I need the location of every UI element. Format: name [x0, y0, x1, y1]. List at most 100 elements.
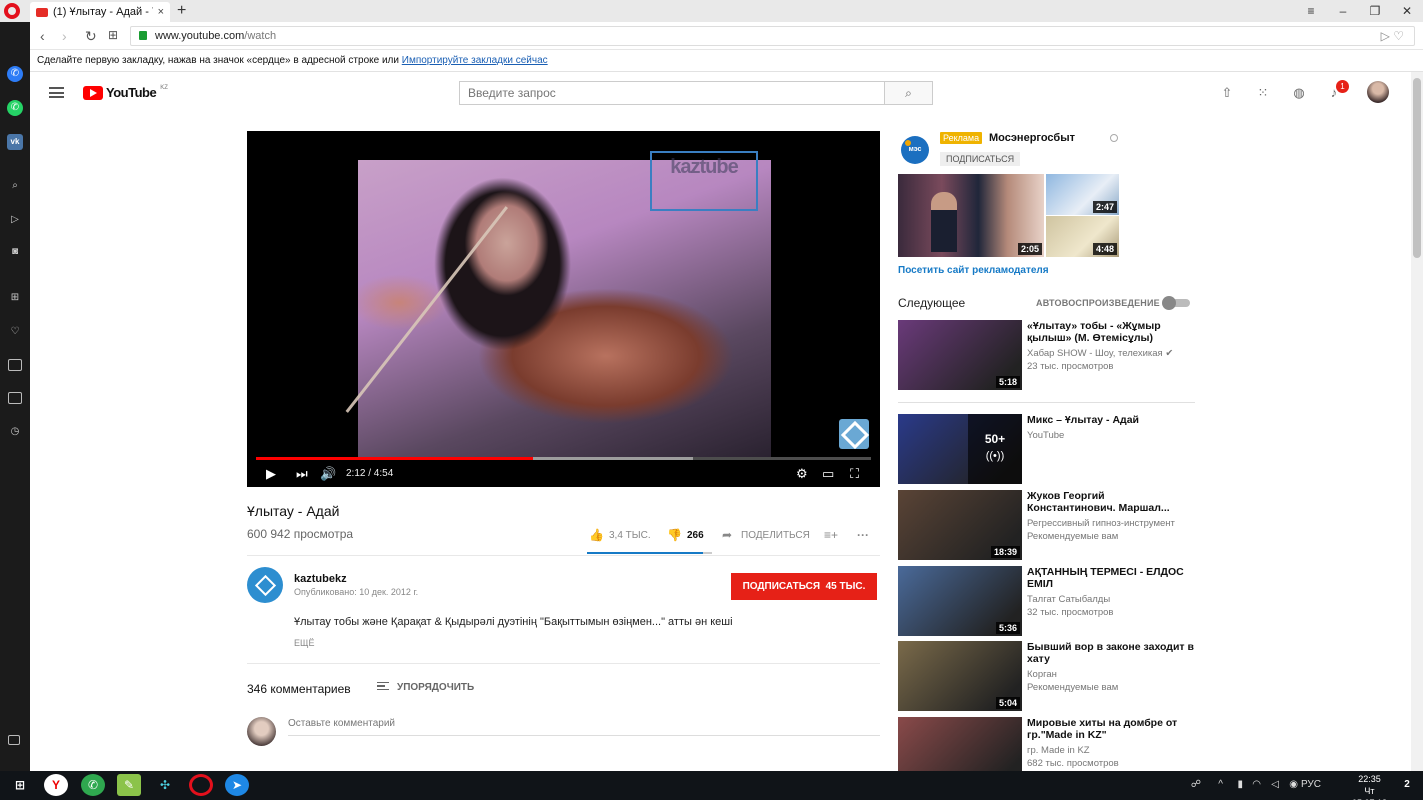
scrollbar-thumb[interactable] — [1413, 78, 1421, 258]
ad-info-icon[interactable] — [1110, 134, 1118, 142]
mix-thumbnail[interactable]: 50+ ((•)) — [898, 414, 1022, 484]
page-scrollbar[interactable] — [1411, 72, 1423, 771]
youtube-logo[interactable]: YouTube KZ — [83, 85, 168, 100]
like-icon[interactable]: 👍 — [589, 528, 604, 542]
video-thumbnail[interactable]: 18:39 — [898, 490, 1022, 560]
reload-icon[interactable]: ↻ — [85, 28, 97, 45]
video-player[interactable]: kaztube ▶ ⏭ 🔊 2:12 / 4:54 ⚙ ▭ ⛶ — [247, 131, 880, 487]
volume-tray-icon[interactable]: ◁ — [1271, 779, 1279, 790]
news-icon[interactable] — [8, 359, 22, 371]
next-icon[interactable]: ⏭ — [296, 466, 308, 482]
fullscreen-icon[interactable]: ⛶ — [850, 466, 859, 482]
volume-icon[interactable]: 🔊 — [320, 466, 336, 482]
video-thumbnail[interactable] — [898, 717, 1022, 771]
tray-expand-icon[interactable]: ^ — [1218, 779, 1223, 790]
whatsapp-icon[interactable]: ✆ — [7, 100, 23, 116]
import-bookmarks-link[interactable]: Импортируйте закладки сейчас — [402, 55, 548, 66]
ad-video-main[interactable]: 2:05 — [898, 174, 1044, 257]
video-title[interactable]: Жуков Георгий Константинович. Маршал... — [1027, 490, 1195, 514]
telegram-icon[interactable]: ➤ — [225, 774, 249, 796]
speed-dial-icon[interactable]: ⊞ — [108, 28, 118, 42]
history-icon[interactable]: ◷ — [7, 424, 23, 440]
maximize-button[interactable]: ❐ — [1359, 0, 1391, 22]
search-input[interactable] — [459, 81, 885, 105]
speed-dial-icon[interactable]: ⊞ — [7, 290, 23, 306]
messenger-icon[interactable]: ✆ — [7, 66, 23, 82]
messages-icon[interactable]: ◍ — [1290, 84, 1308, 102]
account-avatar[interactable] — [1367, 81, 1389, 103]
dislike-icon[interactable]: 👎 — [667, 528, 682, 542]
back-arrow-icon[interactable]: ‹ — [40, 28, 45, 44]
personal-news-icon[interactable] — [8, 392, 22, 404]
minimize-button[interactable]: – — [1327, 0, 1359, 22]
battery-icon[interactable]: ▮ — [1237, 779, 1243, 790]
opera-menu-icon[interactable] — [4, 3, 20, 19]
channel-watermark-icon[interactable] — [839, 419, 869, 449]
toggle-sidebar-icon[interactable] — [8, 735, 20, 745]
channel-avatar[interactable] — [247, 567, 283, 603]
update-icon[interactable]: ◉ — [1289, 779, 1298, 790]
subscribe-button[interactable]: ПОДПИСАТЬСЯ 45 ТЫС. — [731, 573, 877, 600]
bookmark-heart-icon[interactable]: ♡ — [1393, 29, 1404, 43]
advertiser-logo[interactable]: мэс — [901, 136, 929, 164]
recommendation-item[interactable]: 18:39 Жуков Георгий Константинович. Марш… — [898, 490, 1195, 560]
video-thumbnail[interactable]: 5:18 — [898, 320, 1022, 390]
comment-input[interactable]: Оставьте комментарий — [288, 718, 880, 736]
visit-advertiser-link[interactable]: Посетить сайт рекламодателя — [898, 265, 1049, 276]
like-count[interactable]: 3,4 ТЫС. — [609, 530, 651, 541]
video-title[interactable]: АҚТАННЫҢ ТЕРМЕСІ - ЕЛДОС ЕМІЛ — [1027, 566, 1195, 590]
recommendation-item[interactable]: 5:36 АҚТАННЫҢ ТЕРМЕСІ - ЕЛДОС ЕМІЛ Талга… — [898, 566, 1195, 636]
ad-subscribe-button[interactable]: ПОДПИСАТЬСЯ — [940, 152, 1021, 166]
yandex-browser-icon[interactable]: Y — [44, 774, 68, 796]
video-title[interactable]: Мировые хиты на домбре от гр."Made in KZ… — [1027, 717, 1195, 741]
clock[interactable]: 22:35 Чт 05.07.18 — [1352, 773, 1387, 800]
tab-close-icon[interactable]: × — [158, 6, 164, 18]
opera-taskbar-icon[interactable] — [189, 774, 213, 796]
ad-video-bottom[interactable]: 4:48 — [1046, 216, 1119, 257]
settings-gear-icon[interactable]: ⚙ — [796, 466, 808, 482]
start-button[interactable]: ⊞ — [8, 774, 32, 796]
video-thumbnail[interactable]: 5:36 — [898, 566, 1022, 636]
hamburger-menu-icon[interactable] — [49, 87, 64, 98]
new-tab-button[interactable]: + — [177, 2, 186, 20]
video-title[interactable]: «Ұлытау» тобы - «Жұмыр қылыш» (М. Өтеміс… — [1027, 320, 1195, 344]
more-actions-icon[interactable]: ··· — [857, 528, 869, 542]
upload-icon[interactable]: ⇧ — [1218, 84, 1236, 102]
action-center-icon[interactable]: 2 — [1395, 774, 1419, 796]
ad-video-top[interactable]: 2:47 — [1046, 174, 1119, 215]
autoplay-toggle[interactable] — [1162, 296, 1190, 310]
browser-tab[interactable]: (1) Ұлытау - Адай - YouTube × — [30, 2, 170, 22]
dislike-count[interactable]: 266 — [687, 530, 704, 541]
language-indicator[interactable]: РУС — [1301, 779, 1321, 790]
network-icon[interactable]: ◠ — [1252, 779, 1261, 790]
progress-bar[interactable] — [256, 457, 871, 460]
recommendation-item[interactable]: Мировые хиты на домбре от гр."Made in KZ… — [898, 717, 1195, 771]
theater-mode-icon[interactable]: ▭ — [822, 466, 834, 482]
notes-app-icon[interactable]: ✎ — [117, 774, 141, 796]
recommendation-item[interactable]: 5:18 «Ұлытау» тобы - «Жұмыр қылыш» (М. Ө… — [898, 320, 1195, 390]
play-icon[interactable]: ▶ — [266, 466, 276, 482]
heart-icon[interactable]: ♡ — [7, 324, 23, 340]
recommendation-item[interactable]: 5:04 Бывший вор в законе заходит в хату … — [898, 641, 1195, 711]
video-title[interactable]: Микс – Ұлытау - Адай — [1027, 414, 1195, 426]
app-icon[interactable]: ✣ — [153, 774, 177, 796]
camera-icon[interactable]: ◙ — [7, 244, 23, 260]
search-button[interactable]: ⌕ — [885, 81, 933, 105]
search-icon[interactable]: ⌕ — [7, 178, 23, 194]
channel-name[interactable]: kaztubekz — [294, 573, 347, 585]
recommendation-item[interactable]: 50+ ((•)) Микс – Ұлытау - Адай YouTube — [898, 414, 1195, 484]
vk-icon[interactable]: vk — [7, 134, 23, 150]
send-icon[interactable]: ▷ — [1381, 29, 1390, 43]
share-label[interactable]: ПОДЕЛИТЬСЯ — [741, 530, 810, 541]
forward-arrow-icon[interactable]: › — [62, 28, 67, 44]
people-icon[interactable]: ☍ — [1191, 779, 1201, 790]
send-icon[interactable]: ▷ — [7, 212, 23, 228]
apps-grid-icon[interactable]: ⁙ — [1254, 84, 1272, 102]
add-to-playlist-icon[interactable]: ≡+ — [824, 528, 838, 542]
close-window-button[interactable]: ✕ — [1391, 0, 1423, 22]
video-title[interactable]: Бывший вор в законе заходит в хату — [1027, 641, 1195, 665]
show-more-button[interactable]: ЕЩЁ — [294, 638, 314, 648]
advertiser-name[interactable]: Мосэнергосбыт — [989, 132, 1075, 144]
sort-comments-button[interactable]: УПОРЯДОЧИТЬ — [377, 682, 474, 693]
share-icon[interactable]: ➦ — [722, 528, 732, 542]
